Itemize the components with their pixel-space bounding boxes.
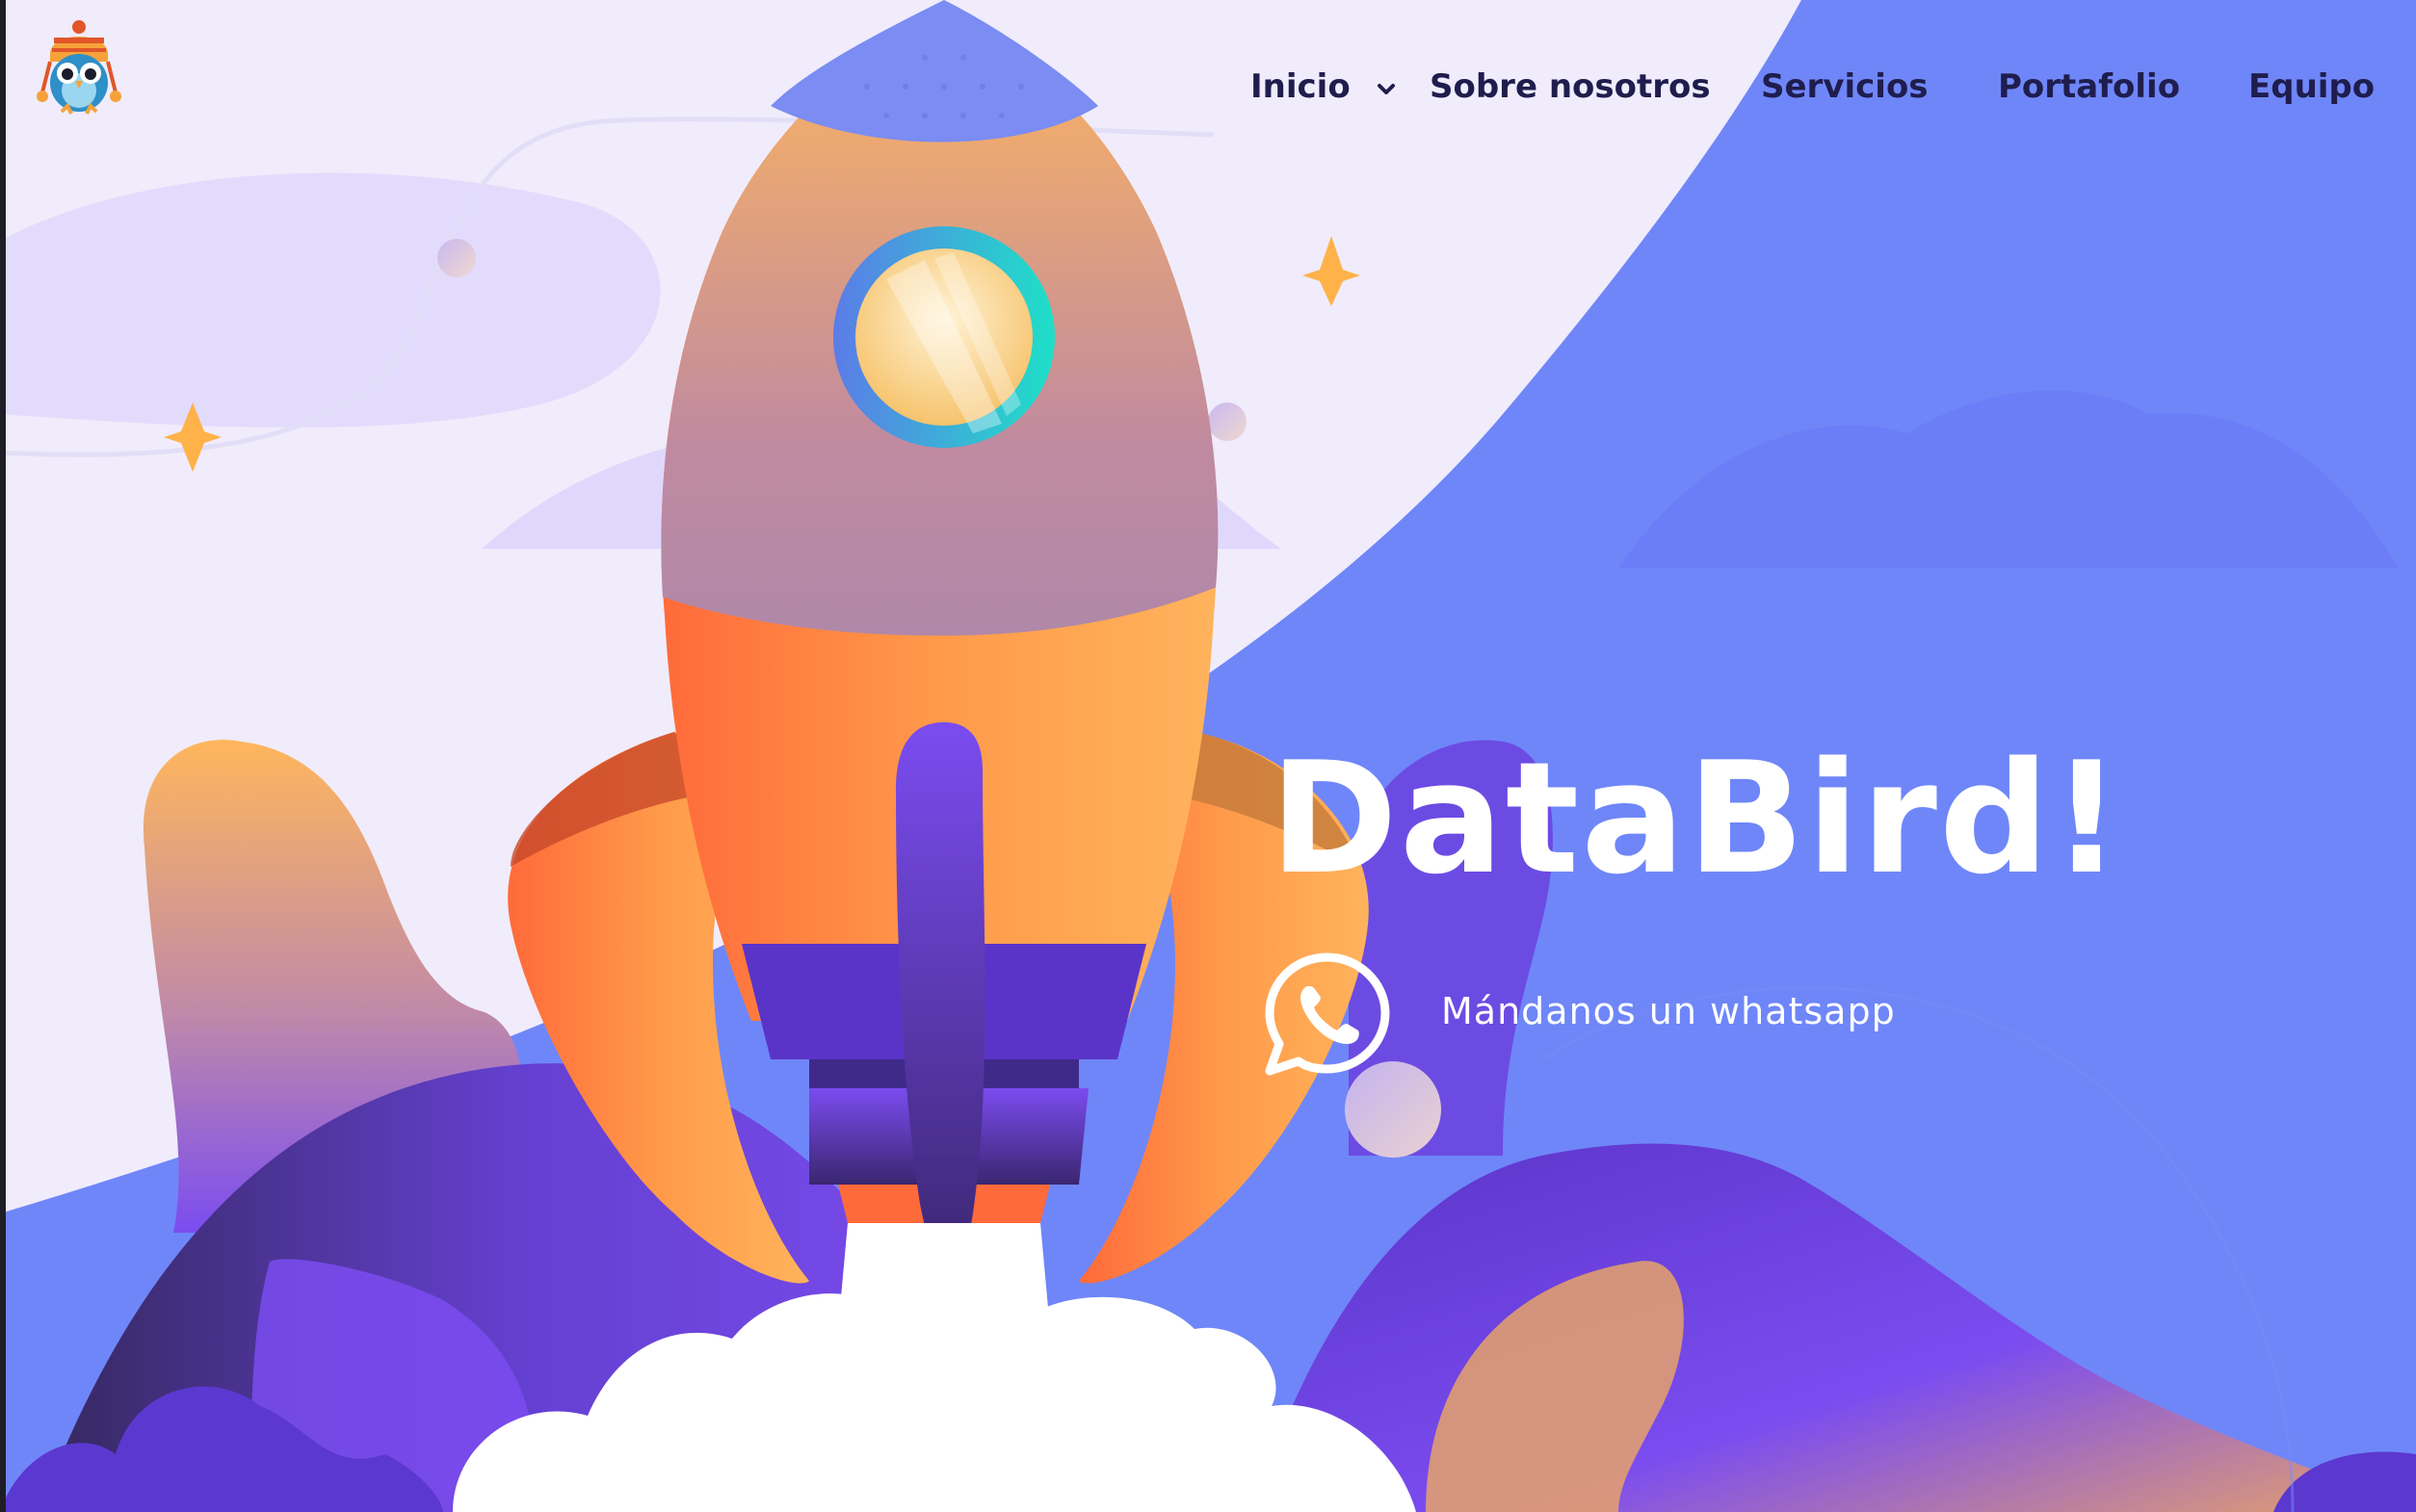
window-left-edge <box>0 0 6 1512</box>
nav-item-label: Sobre nosotros <box>1430 67 1711 106</box>
nav-item-inicio[interactable]: Inicio <box>1250 58 1401 116</box>
nav-item-label: Equipo <box>2248 67 2376 106</box>
nav-item-equipo[interactable]: Equipo <box>2248 58 2375 116</box>
whatsapp-icon <box>1265 952 1390 1076</box>
nav-item-servicios[interactable]: Servicios <box>1761 58 1929 116</box>
whatsapp-button[interactable]: Mándanos un whatsapp <box>1262 948 1895 1079</box>
whatsapp-label: Mándanos un whatsapp <box>1441 990 1896 1032</box>
nav-item-label: Servicios <box>1761 67 1929 106</box>
nav-item-label: Portafolio <box>1998 67 2181 106</box>
chevron-down-icon <box>1377 83 1395 94</box>
nav-item-sobre-nosotros[interactable]: Sobre nosotros <box>1430 58 1711 116</box>
main-nav: Inicio Sobre nosotros Servicios Portafol… <box>0 58 2416 116</box>
hero-title: DataBird! <box>1270 728 2124 908</box>
nav-item-portafolio[interactable]: Portafolio <box>1998 58 2180 116</box>
nav-item-label: Inicio <box>1250 67 1351 106</box>
